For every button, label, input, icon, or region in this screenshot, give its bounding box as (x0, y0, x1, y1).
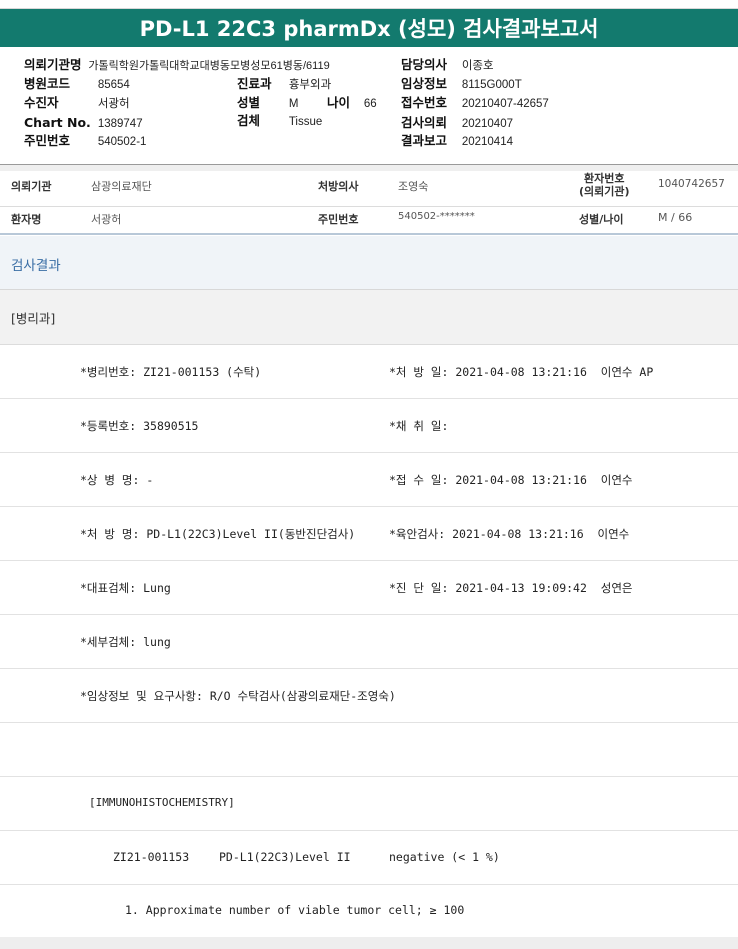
summary-row: 수진자 서광허 (24, 93, 130, 114)
summary-row: 나이 66 (327, 93, 377, 114)
ihc-test-name: PD-L1(22C3)Level II (219, 850, 351, 864)
patient-number-label-line2: (의뢰기관) (579, 185, 630, 198)
ihc-result-row: ZI21-001153 PD-L1(22C3)Level II negative… (0, 831, 738, 885)
summary-row: 진료과 흉부외과 (237, 74, 331, 95)
detail-row: *처 방 명: PD-L1(22C3)Level II(동반진단검사) *육안검… (0, 507, 738, 561)
department-header: [병리과] (0, 290, 738, 345)
summary-row: 접수번호 20210407-42657 (401, 93, 549, 114)
sex-value: M (288, 98, 299, 110)
institution-value: 삼광의료재단 (91, 180, 152, 193)
hospital-code-value: 85654 (97, 79, 130, 91)
hospital-code-label: 병원코드 (24, 76, 71, 91)
ssn-table-value: 540502-******* (398, 211, 475, 222)
accession-no-label: 접수번호 (401, 95, 448, 110)
detail-row: *세부검체: lung (0, 615, 738, 669)
accession-no-value: 20210407-42657 (461, 98, 549, 110)
prescribing-doctor-value: 조영숙 (398, 180, 429, 193)
detail-row: *대표검체: Lung *진 단 일: 2021-04-13 19:09:42 … (0, 561, 738, 615)
sex-age-label: 성별/나이 (579, 213, 624, 226)
summary-row: 임상정보 8115G000T (401, 74, 522, 95)
detail-row: *병리번호: ZI21-001153 (수탁) *처 방 일: 2021-04-… (0, 345, 738, 399)
detail-right: *채 취 일: (389, 419, 449, 433)
requesting-institution-label: 의뢰기관명 (24, 57, 82, 72)
specimen-value: Tissue (288, 116, 323, 128)
summary-row: 검체 Tissue (237, 111, 322, 132)
detail-right: *접 수 일: 2021-04-08 13:21:16 이연수 (389, 473, 633, 487)
ssn-label: 주민번호 (24, 133, 71, 148)
detail-right: *육안검사: 2021-04-08 13:21:16 이연수 (389, 527, 630, 541)
test-request-value: 20210407 (461, 118, 513, 130)
ihc-note: 1. Approximate number of viable tumor ce… (125, 903, 465, 917)
result-report-label: 결과보고 (401, 133, 448, 148)
sex-age-value: M / 66 (658, 211, 693, 224)
detail-row: *상 병 명: - *접 수 일: 2021-04-08 13:21:16 이연… (0, 453, 738, 507)
prescribing-doctor-label: 처방의사 (318, 180, 359, 193)
patient-number-label: 환자번호 (의뢰기관) (579, 172, 630, 198)
empty-row (0, 723, 738, 777)
age-value: 66 (363, 98, 377, 110)
summary-row: 담당의사 이종호 (401, 55, 494, 76)
age-label: 나이 (327, 95, 351, 110)
examinee-value: 서광허 (97, 98, 130, 110)
patient-name-label: 환자명 (11, 213, 42, 226)
detail-right: *처 방 일: 2021-04-08 13:21:16 이연수 AP (389, 365, 654, 379)
sex-label: 성별 (237, 95, 261, 110)
window-top-strip (0, 0, 738, 9)
summary-row: 주민번호 540502-1 (24, 131, 146, 152)
bottom-strip (0, 937, 738, 949)
patient-number-value: 1040742657 (658, 178, 725, 190)
summary-row: 병원코드 85654 (24, 74, 130, 95)
department-label: 진료과 (237, 76, 272, 91)
examinee-label: 수진자 (24, 95, 59, 110)
result-report-value: 20210414 (461, 136, 513, 148)
clinical-info-value: 8115G000T (461, 79, 522, 91)
summary-row: 의뢰기관명 가톨릭학원가톨릭대학교대병동모병성모61병동/6119 (24, 55, 330, 76)
chart-no-label: Chart No. (24, 115, 91, 130)
patient-name-value: 서광허 (91, 213, 122, 226)
detail-right: *진 단 일: 2021-04-13 19:09:42 성연은 (389, 581, 633, 595)
patient-info-table: 의뢰기관 삼광의료재단 처방의사 조영숙 환자번호 (의뢰기관) 1040742… (0, 171, 738, 235)
chart-no-value: 1389747 (97, 118, 143, 130)
patient-number-label-line1: 환자번호 (584, 172, 625, 185)
ihc-case-number: ZI21-001153 (113, 850, 190, 864)
ssn-table-label: 주민번호 (318, 213, 359, 226)
specimen-label: 검체 (237, 113, 261, 128)
detail-left: *임상정보 및 요구사항: R/O 수탁검사(삼광의료재단-조영숙) (80, 689, 396, 703)
attending-doctor-label: 담당의사 (401, 57, 448, 72)
department-name: [병리과] (11, 311, 56, 326)
report-summary: 의뢰기관명 가톨릭학원가톨릭대학교대병동모병성모61병동/6119 병원코드 8… (0, 47, 738, 165)
results-section-title: 검사결과 (11, 258, 61, 274)
detail-left: *처 방 명: PD-L1(22C3)Level II(동반진단검사) (80, 527, 356, 541)
detail-left: *병리번호: ZI21-001153 (수탁) (80, 365, 262, 379)
summary-row: 결과보고 20210414 (401, 131, 513, 152)
detail-left: *대표검체: Lung (80, 581, 171, 595)
institution-label: 의뢰기관 (11, 180, 52, 193)
detail-left: *상 병 명: - (80, 473, 154, 487)
ssn-value: 540502-1 (97, 136, 147, 148)
detail-row: *임상정보 및 요구사항: R/O 수탁검사(삼광의료재단-조영숙) (0, 669, 738, 723)
row-divider (0, 206, 738, 207)
requesting-institution-value: 가톨릭학원가톨릭대학교대병동모병성모61병동/6119 (88, 60, 330, 72)
ihc-note-row: 1. Approximate number of viable tumor ce… (0, 885, 738, 939)
clinical-info-label: 임상정보 (401, 76, 448, 91)
detail-left: *세부검체: lung (80, 635, 171, 649)
test-request-label: 검사의뢰 (401, 115, 448, 130)
ihc-result: negative (< 1 %) (389, 850, 500, 864)
department-value: 흉부외과 (288, 79, 332, 91)
detail-row: *등록번호: 35890515 *채 취 일: (0, 399, 738, 453)
detail-left: *등록번호: 35890515 (80, 419, 199, 433)
ihc-header: [IMMUNOHISTOCHEMISTRY] (89, 796, 235, 809)
results-section-header: 검사결과 (0, 236, 738, 290)
report-title: PD-L1 22C3 pharmDx (성모) 검사결과보고서 (0, 9, 738, 47)
ihc-header-row: [IMMUNOHISTOCHEMISTRY] (0, 777, 738, 831)
attending-doctor-value: 이종호 (461, 60, 494, 72)
